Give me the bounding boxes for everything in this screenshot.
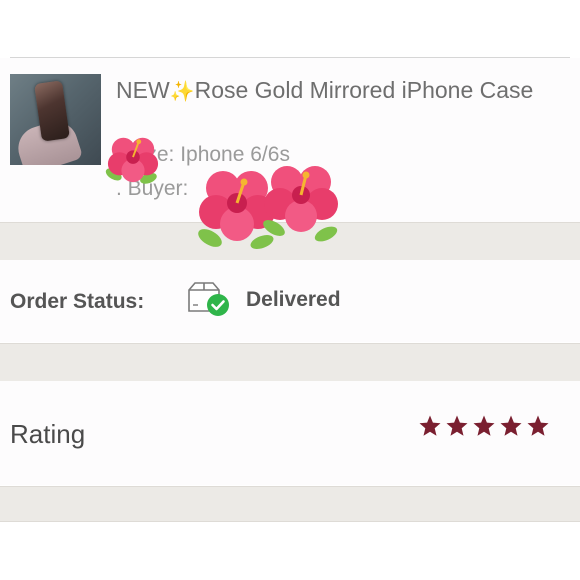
- hibiscus-icon: [105, 137, 159, 184]
- package-delivered-icon: [188, 282, 229, 316]
- item-title[interactable]: NEW✨Rose Gold Mirrored iPhone Case: [116, 74, 536, 109]
- section-separator: [0, 343, 580, 382]
- order-status-label: Order Status:: [10, 290, 145, 313]
- phone-case-photo-icon[interactable]: [10, 74, 101, 165]
- star-icon: [473, 415, 495, 436]
- order-status-value: Delivered: [246, 288, 341, 311]
- star-icon: [500, 415, 522, 436]
- item-title-prefix: NEW: [116, 77, 170, 103]
- rating-label: Rating: [10, 419, 86, 449]
- rating-stars: [418, 414, 553, 440]
- item-title-rest: Rose Gold Mirrored iPhone Case: [194, 77, 534, 103]
- star-icon: [527, 415, 549, 436]
- star-icon: [446, 415, 468, 436]
- star-icon: [419, 415, 441, 436]
- sparkles-icon: ✨: [169, 81, 195, 103]
- section-separator: [0, 486, 580, 522]
- order-detail-screen: NEW✨Rose Gold Mirrored iPhone Case . Siz…: [0, 0, 580, 580]
- hibiscus-icon: [263, 166, 338, 242]
